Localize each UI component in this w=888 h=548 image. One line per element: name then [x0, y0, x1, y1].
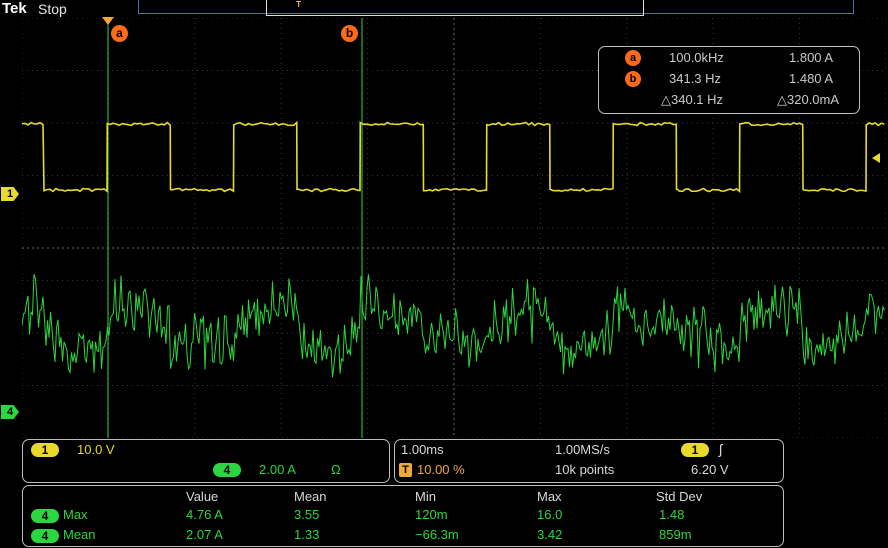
cursor-b-freq: 341.3 Hz: [669, 71, 721, 89]
record-view-window[interactable]: [266, 0, 644, 16]
ch1-waveform: [22, 123, 884, 192]
cursor-readout: a 100.0kHz 1.800 A b 341.3 Hz 1.480 A △3…: [598, 46, 860, 114]
measurement-statistics: Value Mean Min Max Std Dev 4 Max 4.76 A …: [22, 485, 784, 547]
brand-logo: Tek: [2, 0, 27, 17]
ch4-marker[interactable]: 4: [1, 405, 19, 419]
ch4-waveform: [22, 274, 885, 377]
stats-row-std: 1.48: [659, 507, 684, 522]
cursor-delta-freq: △340.1 Hz: [661, 92, 723, 110]
top-bar: Tek Stop ᵀ: [0, 0, 888, 18]
timebase[interactable]: 1.00ms: [401, 442, 444, 457]
trigger-source-badge[interactable]: 1: [681, 443, 709, 457]
stats-header-stddev: Std Dev: [656, 489, 702, 504]
trigger-position-badge: T: [399, 463, 412, 477]
ch1-badge[interactable]: 1: [31, 443, 59, 457]
ch1-scale[interactable]: 10.0 V: [77, 442, 115, 457]
stats-header-mean: Mean: [294, 489, 327, 504]
ch1-marker[interactable]: 1: [1, 187, 19, 201]
stats-row-mean: 1.33: [294, 527, 319, 542]
trigger-level[interactable]: 6.20 V: [691, 462, 729, 477]
acquisition-state: Stop: [38, 1, 67, 17]
trigger-arrow-icon: [102, 17, 114, 25]
stats-header-max: Max: [537, 489, 562, 504]
stats-row-std: 859m: [659, 527, 692, 542]
cursor-b-value: 1.480 A: [789, 71, 833, 89]
ch4-termination-icon: Ω: [331, 462, 341, 477]
trigger-slope-icon[interactable]: ʃ: [719, 441, 722, 457]
stats-row-min: −66.3m: [415, 527, 459, 542]
ch4-badge[interactable]: 4: [213, 463, 241, 477]
cursor-b-tag[interactable]: b: [341, 25, 358, 42]
stats-row-value: 2.07 A: [186, 527, 223, 542]
cursor-a-tag[interactable]: a: [111, 25, 128, 42]
stats-row-name: Max: [63, 507, 88, 522]
cursor-b-badge: b: [625, 71, 641, 87]
stats-row-value: 4.76 A: [186, 507, 223, 522]
stats-row-max: 3.42: [537, 527, 562, 542]
cursor-a-badge: a: [625, 50, 641, 66]
trigger-position[interactable]: 10.00 %: [417, 462, 465, 477]
record-length[interactable]: 10k points: [555, 462, 614, 477]
horizontal-trigger-panel[interactable]: 1.00ms 1.00MS/s 1 ʃ T 10.00 % 10k points…: [394, 439, 784, 483]
stats-row-name: Mean: [63, 527, 96, 542]
ch4-scale[interactable]: 2.00 A: [259, 462, 296, 477]
stats-row-ch-badge[interactable]: 4: [31, 529, 59, 543]
stats-header-value: Value: [186, 489, 218, 504]
trigger-position-icon: ᵀ: [296, 0, 306, 13]
stats-header-min: Min: [415, 489, 436, 504]
stats-row-mean: 3.55: [294, 507, 319, 522]
vertical-settings-panel[interactable]: 1 10.0 V 4 2.00 A Ω: [22, 439, 390, 483]
stats-row-max: 16.0: [537, 507, 562, 522]
stats-row-min: 120m: [415, 507, 448, 522]
cursor-a-value: 1.800 A: [789, 50, 833, 68]
cursor-a-freq: 100.0kHz: [669, 50, 724, 68]
trigger-level-arrow-icon: [872, 153, 880, 163]
stats-row-ch-badge[interactable]: 4: [31, 509, 59, 523]
sample-rate: 1.00MS/s: [555, 442, 610, 457]
cursor-delta-value: △320.0mA: [777, 92, 839, 110]
